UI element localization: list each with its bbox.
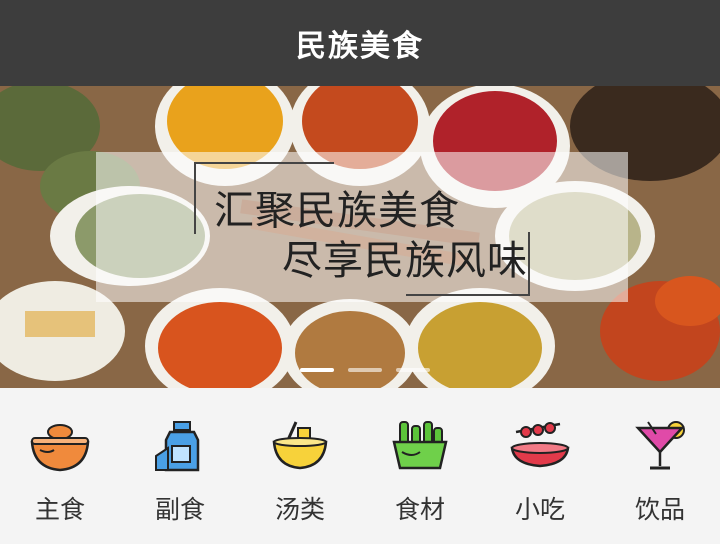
category-label: 副食 (154, 495, 205, 524)
vegetable-basket-icon (392, 421, 448, 470)
category-drinks[interactable]: 饮品 (610, 418, 710, 526)
category-label: 主食 (34, 495, 85, 524)
category-soup[interactable]: 汤类 (250, 418, 350, 526)
cocktail-glass-icon (635, 421, 685, 470)
carousel-dot[interactable] (300, 368, 334, 372)
category-label: 饮品 (634, 495, 685, 524)
category-grid: 主食 副食 汤类 食材 小吃 饮品 (0, 388, 720, 544)
carousel-dot[interactable] (348, 368, 382, 372)
category-label: 汤类 (274, 495, 325, 524)
decor-line (528, 232, 530, 296)
carousel-dot[interactable] (396, 368, 430, 372)
category-label: 食材 (394, 495, 445, 524)
category-staple[interactable]: 主食 (10, 418, 110, 526)
decor-line (406, 294, 530, 296)
milk-bottle-icon (155, 421, 200, 472)
carousel-indicators (300, 368, 430, 372)
snack-dish-icon (510, 422, 570, 468)
category-snacks[interactable]: 小吃 (490, 418, 590, 526)
page-title: 民族美食 (296, 29, 424, 64)
category-side[interactable]: 副食 (130, 418, 230, 526)
soup-bowl-icon (272, 421, 328, 470)
slogan-line-2: 尽享民族风味 (282, 238, 528, 284)
banner-carousel[interactable]: 汇聚民族美食 尽享民族风味 (0, 86, 720, 388)
category-label: 小吃 (514, 495, 565, 524)
category-ingredients[interactable]: 食材 (370, 418, 470, 526)
rice-bowl-icon (30, 424, 90, 472)
decor-line (194, 162, 196, 234)
decor-line (194, 162, 334, 164)
app-header: 民族美食 (0, 0, 720, 86)
